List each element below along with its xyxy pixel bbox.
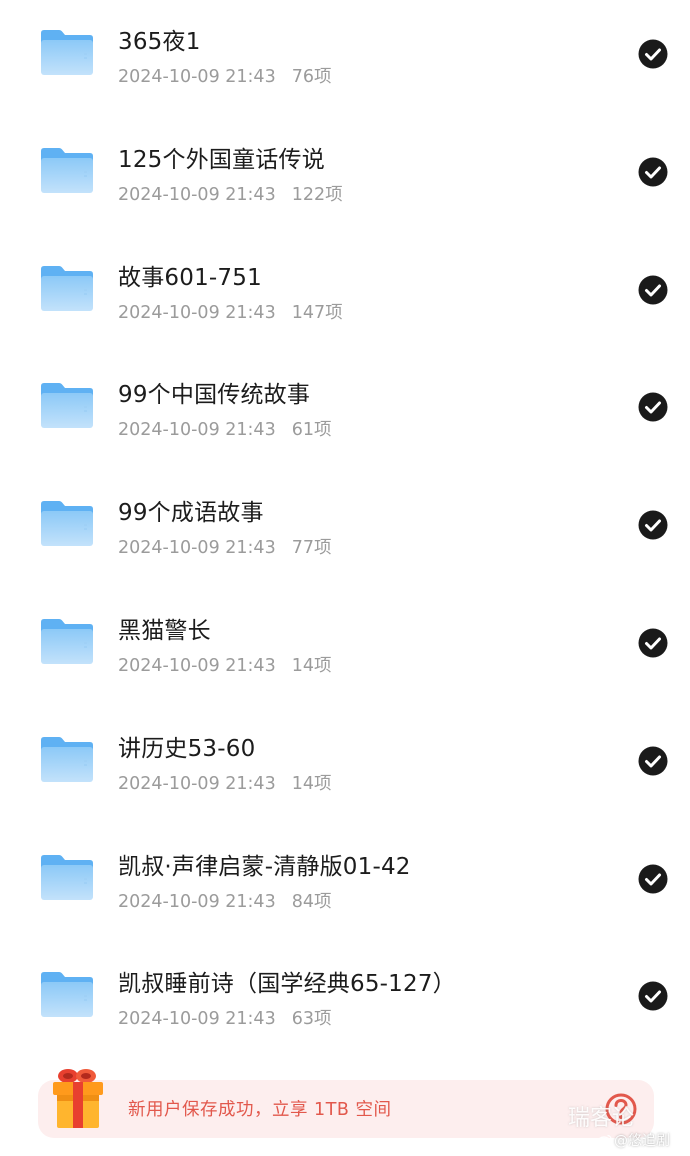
file-meta: 2024-10-09 21:43 14项 — [118, 770, 331, 795]
file-meta: 2024-10-09 21:43 63项 — [118, 1005, 331, 1030]
check-circle-icon[interactable] — [638, 510, 668, 540]
check-circle-icon[interactable] — [638, 275, 668, 305]
file-date: 2024-10-09 21:43 — [118, 303, 276, 323]
file-row[interactable]: 故事601-751 2024-10-09 21:43 147项 — [0, 236, 690, 354]
file-row[interactable]: 125个外国童话传说 2024-10-09 21:43 122项 — [0, 118, 690, 236]
folder-icon — [40, 147, 94, 194]
folder-icon — [40, 29, 94, 76]
file-meta: 2024-10-09 21:43 14项 — [118, 652, 331, 677]
check-circle-icon[interactable] — [638, 864, 668, 894]
weibo-icon — [597, 1134, 612, 1146]
file-item-count: 63项 — [291, 1009, 332, 1029]
file-row[interactable]: 365夜1 2024-10-09 21:43 76项 — [0, 0, 690, 118]
file-item-count: 14项 — [291, 774, 332, 794]
file-list-screen: 365夜1 2024-10-09 21:43 76项 125个外国童话传说 2024-1… — [0, 0, 690, 1156]
file-meta: 2024-10-09 21:43 77项 — [118, 534, 331, 559]
file-name: 99个中国传统故事 — [118, 382, 311, 408]
file-row[interactable]: 黑猫警长 2024-10-09 21:43 14项 — [0, 589, 690, 707]
file-row[interactable]: 凯叔睡前诗（国学经典65-127） 2024-10-09 21:43 63项 — [0, 942, 690, 1060]
file-item-count: 14项 — [291, 656, 332, 676]
watermark-credit: @悠追剧 — [597, 1130, 670, 1150]
file-meta: 2024-10-09 21:43 122项 — [118, 181, 343, 206]
folder-icon — [40, 971, 94, 1018]
file-name: 讲历史53-60 — [118, 736, 256, 762]
file-meta: 2024-10-09 21:43 84项 — [118, 888, 331, 913]
folder-icon — [40, 500, 94, 547]
folder-icon — [40, 265, 94, 312]
check-circle-icon[interactable] — [638, 157, 668, 187]
file-item-count: 76项 — [291, 67, 332, 87]
file-name: 125个外国童话传说 — [118, 147, 325, 173]
folder-icon — [40, 618, 94, 665]
file-name: 99个成语故事 — [118, 500, 264, 526]
file-row[interactable]: 99个中国传统故事 2024-10-09 21:43 61项 — [0, 353, 690, 471]
file-name: 凯叔睡前诗（国学经典65-127） — [118, 971, 456, 997]
file-item-count: 122项 — [291, 185, 343, 205]
check-circle-icon[interactable] — [638, 39, 668, 69]
promo-banner[interactable]: 新用户保存成功，立享 1TB 空间 — [38, 1069, 654, 1138]
file-row[interactable]: 凯叔·声律启蒙-清静版01-42 2024-10-09 21:43 84项 — [0, 825, 690, 943]
file-meta: 2024-10-09 21:43 147项 — [118, 299, 343, 324]
file-date: 2024-10-09 21:43 — [118, 538, 276, 558]
file-meta: 2024-10-09 21:43 61项 — [118, 416, 331, 441]
file-row[interactable]: 99个成语故事 2024-10-09 21:43 77项 — [0, 471, 690, 589]
check-circle-icon[interactable] — [638, 981, 668, 1011]
file-name: 黑猫警长 — [118, 618, 211, 644]
file-name: 凯叔·声律启蒙-清静版01-42 — [118, 854, 411, 880]
check-circle-icon[interactable] — [638, 746, 668, 776]
file-name: 365夜1 — [118, 29, 201, 55]
folder-icon — [40, 854, 94, 901]
check-circle-icon[interactable] — [638, 392, 668, 422]
gift-box-icon — [50, 1066, 106, 1132]
file-name: 故事601-751 — [118, 265, 262, 291]
file-item-count: 61项 — [291, 420, 332, 440]
file-date: 2024-10-09 21:43 — [118, 67, 276, 87]
file-date: 2024-10-09 21:43 — [118, 656, 276, 676]
file-date: 2024-10-09 21:43 — [118, 185, 276, 205]
file-meta: 2024-10-09 21:43 76项 — [118, 63, 331, 88]
file-date: 2024-10-09 21:43 — [118, 774, 276, 794]
file-row[interactable]: 讲历史53-60 2024-10-09 21:43 14项 — [0, 707, 690, 825]
watermark-credit-text: @悠追剧 — [614, 1133, 670, 1149]
folder-icon — [40, 382, 94, 429]
promo-banner-text: 新用户保存成功，立享 1TB 空间 — [128, 1100, 392, 1120]
file-item-count: 147项 — [291, 303, 343, 323]
folder-icon — [40, 736, 94, 783]
file-date: 2024-10-09 21:43 — [118, 892, 276, 912]
file-date: 2024-10-09 21:43 — [118, 1009, 276, 1029]
file-item-count: 77项 — [291, 538, 332, 558]
file-date: 2024-10-09 21:43 — [118, 420, 276, 440]
watermark-text: 瑞客论 — [568, 1106, 635, 1131]
file-item-count: 84项 — [291, 892, 332, 912]
check-circle-icon[interactable] — [638, 628, 668, 658]
